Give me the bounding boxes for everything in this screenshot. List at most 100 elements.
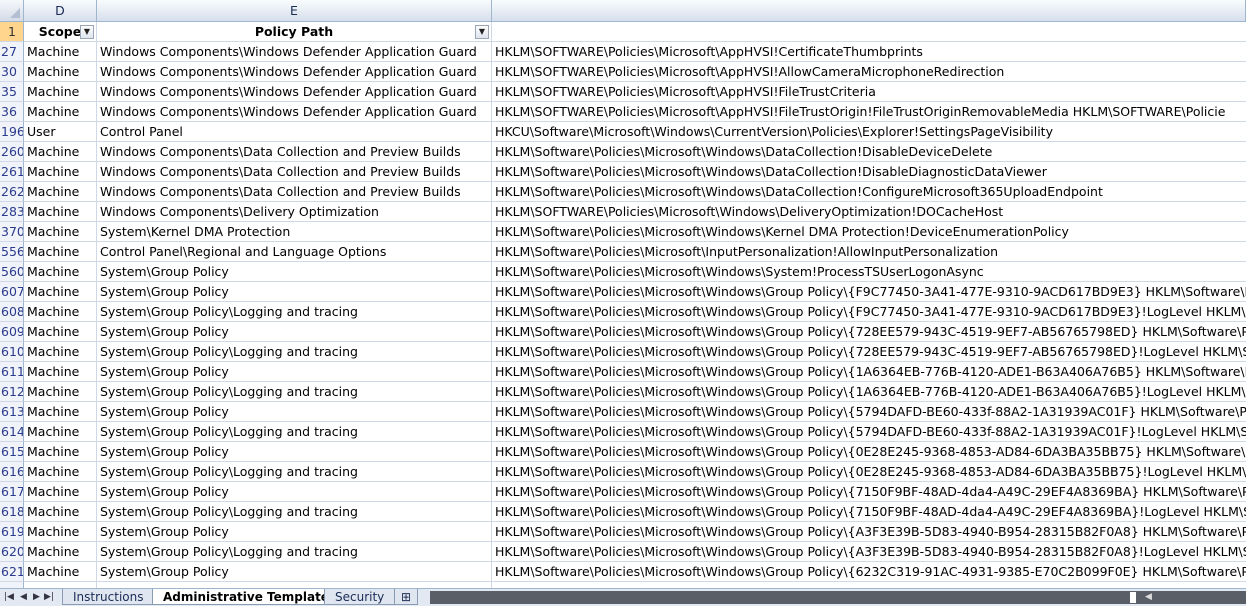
scope-cell[interactable]: Machine	[24, 442, 97, 462]
row-header[interactable]: 611	[0, 362, 24, 382]
policy-path-cell[interactable]: System\Group Policy\Logging and tracing	[97, 502, 492, 522]
scope-cell[interactable]: Machine	[24, 462, 97, 482]
policy-path-cell[interactable]: System\Group Policy\Logging and tracing	[97, 382, 492, 402]
row-header[interactable]: 261	[0, 162, 24, 182]
scope-cell[interactable]: Machine	[24, 182, 97, 202]
row-header[interactable]: 618	[0, 502, 24, 522]
policy-path-cell[interactable]: System\Kernel DMA Protection	[97, 222, 492, 242]
scope-cell[interactable]: Machine	[24, 342, 97, 362]
row-header[interactable]: 620	[0, 542, 24, 562]
tab-administrative-templates[interactable]: Administrative Templates	[152, 589, 348, 605]
registry-key-cell[interactable]: HKLM\Software\Policies\Microsoft\Windows…	[492, 162, 1246, 182]
row-header[interactable]: 30	[0, 62, 24, 82]
policy-path-cell[interactable]: Windows Components\Data Collection and P…	[97, 142, 492, 162]
scroll-thumb[interactable]	[1130, 592, 1136, 603]
scope-cell[interactable]: Machine	[24, 482, 97, 502]
registry-key-cell[interactable]: HKLM\Software\Policies\Microsoft\Windows…	[492, 342, 1246, 362]
row-header[interactable]: 260	[0, 142, 24, 162]
policy-path-cell[interactable]: Windows Components\Windows Defender Appl…	[97, 102, 492, 122]
scope-cell[interactable]: Machine	[24, 542, 97, 562]
row-header[interactable]: 613	[0, 402, 24, 422]
scope-cell[interactable]: Machine	[24, 522, 97, 542]
row-header[interactable]: 609	[0, 322, 24, 342]
policy-path-cell[interactable]: Windows Components\Data Collection and P…	[97, 182, 492, 202]
registry-key-cell[interactable]: HKCU\Software\Microsoft\Windows\CurrentV…	[492, 122, 1246, 142]
scope-header-cell[interactable]: Scope ▼	[24, 22, 97, 42]
policy-path-header-cell[interactable]: Policy Path ▼	[97, 22, 492, 42]
registry-key-cell[interactable]: HKLM\Software\Policies\Microsoft\Windows…	[492, 182, 1246, 202]
scope-filter-dropdown-icon[interactable]: ▼	[80, 25, 94, 39]
tab-instructions[interactable]: Instructions	[62, 589, 155, 605]
registry-key-cell[interactable]: HKLM\SOFTWARE\Policies\Microsoft\Windows…	[492, 202, 1246, 222]
row-header[interactable]: 262	[0, 182, 24, 202]
registry-key-cell[interactable]: HKLM\Software\Policies\Microsoft\Windows…	[492, 562, 1246, 582]
row-header[interactable]: 560	[0, 262, 24, 282]
row-header[interactable]: 196	[0, 122, 24, 142]
policy-path-cell[interactable]: System\Group Policy\Logging and tracing	[97, 422, 492, 442]
scope-cell[interactable]: Machine	[24, 402, 97, 422]
scope-cell[interactable]: Machine	[24, 222, 97, 242]
row-header[interactable]: 1	[0, 22, 24, 42]
policy-path-cell[interactable]: System\Group Policy\Logging and tracing	[97, 302, 492, 322]
row-header[interactable]: 617	[0, 482, 24, 502]
row-header[interactable]: 608	[0, 302, 24, 322]
tab-security[interactable]: Security	[324, 589, 396, 605]
scope-cell[interactable]: Machine	[24, 502, 97, 522]
row-header[interactable]: 36	[0, 102, 24, 122]
scope-cell[interactable]: Machine	[24, 82, 97, 102]
policy-path-cell[interactable]: System\Group Policy	[97, 362, 492, 382]
row-header[interactable]: 615	[0, 442, 24, 462]
scope-cell[interactable]: Machine	[24, 382, 97, 402]
scope-cell[interactable]: Machine	[24, 262, 97, 282]
scroll-left-icon[interactable]: ◀	[1145, 591, 1152, 604]
policy-path-cell[interactable]: System\Group Policy\Logging and tracing	[97, 542, 492, 562]
column-header-e[interactable]: E	[97, 0, 492, 22]
policy-path-cell[interactable]: Windows Components\Windows Defender Appl…	[97, 42, 492, 62]
last-sheet-icon[interactable]: ▶|	[44, 590, 54, 604]
policy-path-cell[interactable]: System\Group Policy	[97, 402, 492, 422]
policy-path-cell[interactable]: System\Group Policy	[97, 322, 492, 342]
registry-key-cell[interactable]: HKLM\SOFTWARE\Policies\Microsoft\AppHVSI…	[492, 62, 1246, 82]
scope-cell[interactable]: Machine	[24, 62, 97, 82]
policy-path-cell[interactable]: Windows Components\Delivery Optimization	[97, 202, 492, 222]
registry-key-cell[interactable]: HKLM\SOFTWARE\Policies\Microsoft\AppHVSI…	[492, 42, 1246, 62]
registry-key-cell[interactable]: HKLM\Software\Policies\Microsoft\InputPe…	[492, 242, 1246, 262]
registry-key-cell[interactable]: HKLM\Software\Policies\Microsoft\Windows…	[492, 422, 1246, 442]
registry-key-cell[interactable]: HKLM\Software\Policies\Microsoft\Windows…	[492, 222, 1246, 242]
next-sheet-icon[interactable]: ▶	[33, 590, 40, 604]
row-header[interactable]: 35	[0, 82, 24, 102]
registry-key-cell[interactable]: HKLM\Software\Policies\Microsoft\Windows…	[492, 522, 1246, 542]
policy-path-cell[interactable]: Windows Components\Windows Defender Appl…	[97, 62, 492, 82]
prev-sheet-icon[interactable]: ◀	[20, 590, 27, 604]
policy-path-cell[interactable]: Control Panel	[97, 122, 492, 142]
registry-key-cell[interactable]: HKLM\Software\Policies\Microsoft\Windows…	[492, 542, 1246, 562]
registry-header-cell[interactable]	[492, 22, 1246, 42]
row-header[interactable]: 283	[0, 202, 24, 222]
policy-path-cell[interactable]: Windows Components\Data Collection and P…	[97, 162, 492, 182]
policy-path-cell[interactable]: System\Group Policy\Logging and tracing	[97, 462, 492, 482]
registry-key-cell[interactable]: HKLM\SOFTWARE\Policies\Microsoft\AppHVSI…	[492, 82, 1246, 102]
first-sheet-icon[interactable]: |◀	[4, 590, 14, 604]
insert-worksheet-icon[interactable]: ⊞	[394, 589, 419, 605]
scope-cell[interactable]: User	[24, 122, 97, 142]
scope-cell[interactable]: Machine	[24, 302, 97, 322]
policy-path-filter-dropdown-icon[interactable]: ▼	[475, 25, 489, 39]
policy-path-cell[interactable]: Control Panel\Regional and Language Opti…	[97, 242, 492, 262]
registry-key-cell[interactable]: HKLM\Software\Policies\Microsoft\Windows…	[492, 302, 1246, 322]
policy-path-cell[interactable]: System\Group Policy	[97, 282, 492, 302]
registry-key-cell[interactable]: HKLM\Software\Policies\Microsoft\Windows…	[492, 142, 1246, 162]
registry-key-cell[interactable]: HKLM\Software\Policies\Microsoft\Windows…	[492, 502, 1246, 522]
row-header[interactable]: 556	[0, 242, 24, 262]
row-header[interactable]: 619	[0, 522, 24, 542]
scope-cell[interactable]: Machine	[24, 242, 97, 262]
scope-cell[interactable]: Machine	[24, 322, 97, 342]
scope-cell[interactable]: Machine	[24, 142, 97, 162]
row-header[interactable]: 616	[0, 462, 24, 482]
registry-key-cell[interactable]: HKLM\Software\Policies\Microsoft\Windows…	[492, 362, 1246, 382]
row-header[interactable]: 370	[0, 222, 24, 242]
row-header[interactable]: 607	[0, 282, 24, 302]
column-header-f[interactable]	[492, 0, 1246, 22]
row-header[interactable]: 614	[0, 422, 24, 442]
column-header-d[interactable]: D	[24, 0, 97, 22]
policy-path-cell[interactable]: System\Group Policy	[97, 522, 492, 542]
